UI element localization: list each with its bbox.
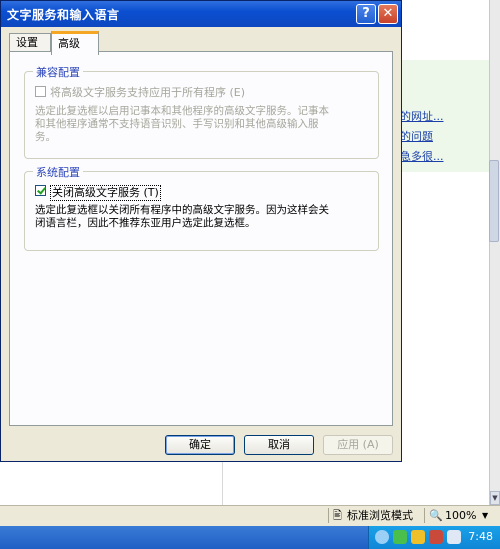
system-group-title: 系统配置 [33, 164, 83, 180]
dialog-titlebar[interactable]: 文字服务和输入语言 ? ✕ [1, 1, 401, 27]
tray-security-icon[interactable] [429, 530, 443, 544]
taskbar: 7:48 [0, 526, 500, 549]
close-icon[interactable]: ✕ [378, 4, 398, 24]
system-desc-line: 选定此复选框以关闭所有程序中的高级文字服务。因为这样会关 [35, 204, 329, 216]
tray-messenger-icon[interactable] [411, 530, 425, 544]
status-separator [424, 508, 425, 523]
help-icon[interactable]: ? [356, 4, 376, 24]
tab-settings[interactable]: 设置 [9, 33, 51, 52]
cancel-button[interactable]: 取消 [244, 435, 314, 455]
dialog-title: 文字服务和输入语言 [7, 8, 120, 22]
scroll-down-arrow-icon[interactable]: ▼ [490, 491, 500, 505]
scroll-thumb[interactable] [489, 160, 499, 242]
ok-button[interactable]: 确定 [165, 435, 235, 455]
close-advanced-services-checkbox[interactable] [35, 185, 46, 196]
tray-expand-icon[interactable] [375, 530, 389, 544]
zoom-icon: 🔍 [429, 509, 443, 522]
system-tray: 7:48 [368, 526, 500, 549]
compat-checkbox-label: 将高级文字服务支持应用于所有程序 (E) [50, 86, 246, 99]
bg-link-2[interactable]: 的问题 [400, 128, 433, 144]
compat-group-title: 兼容配置 [33, 64, 83, 80]
compat-desc-line: 务。 [35, 131, 56, 143]
browse-mode-label[interactable]: 标准浏览模式 [347, 508, 413, 523]
compat-checkbox [35, 86, 46, 97]
compat-config-group: 兼容配置 将高级文字服务支持应用于所有程序 (E) 选定此复选框以启用记事本和其… [24, 64, 379, 159]
apply-button[interactable]: 应用 (A) [323, 435, 393, 455]
close-advanced-services-label[interactable]: 关闭高级文字服务 (T) [50, 185, 161, 201]
tray-network-icon[interactable] [393, 530, 407, 544]
bg-link-1[interactable]: 的网址... [400, 108, 444, 124]
vertical-scrollbar[interactable] [489, 0, 500, 505]
tray-volume-icon[interactable] [447, 530, 461, 544]
zoom-level[interactable]: 100% [445, 508, 476, 523]
compat-desc-line: 和其他程序通常不支持语音识别、手写识别和其他高级输入服 [35, 118, 319, 130]
zoom-dropdown-icon[interactable]: ▼ [482, 508, 488, 523]
content-divider [222, 455, 223, 505]
bg-link-3[interactable]: 急多很... [400, 148, 444, 164]
advanced-tab-panel: 兼容配置 将高级文字服务支持应用于所有程序 (E) 选定此复选框以启用记事本和其… [9, 51, 393, 426]
system-desc-line: 闭语言栏，因此不推荐东亚用户选定此复选框。 [35, 217, 256, 229]
page-mode-icon: 🖹 [333, 509, 342, 522]
status-separator [328, 508, 329, 523]
text-services-dialog: 文字服务和输入语言 ? ✕ 设置 高级 兼容配置 将高级文字服务支持应用于所有程… [0, 0, 402, 462]
system-config-group: 系统配置 关闭高级文字服务 (T) 选定此复选框以关闭所有程序中的高级文字服务。… [24, 164, 379, 251]
compat-desc-line: 选定此复选框以启用记事本和其他程序的高级文字服务。记事本 [35, 105, 329, 117]
compat-description: 选定此复选框以启用记事本和其他程序的高级文字服务。记事本 和其他程序通常不支持语… [35, 105, 375, 144]
status-bar: 🖹 标准浏览模式 🔍 100% ▼ [0, 505, 500, 526]
tab-advanced[interactable]: 高级 [51, 31, 99, 55]
system-description: 选定此复选框以关闭所有程序中的高级文字服务。因为这样会关 闭语言栏，因此不推荐东… [35, 204, 375, 230]
clock[interactable]: 7:48 [468, 530, 493, 543]
